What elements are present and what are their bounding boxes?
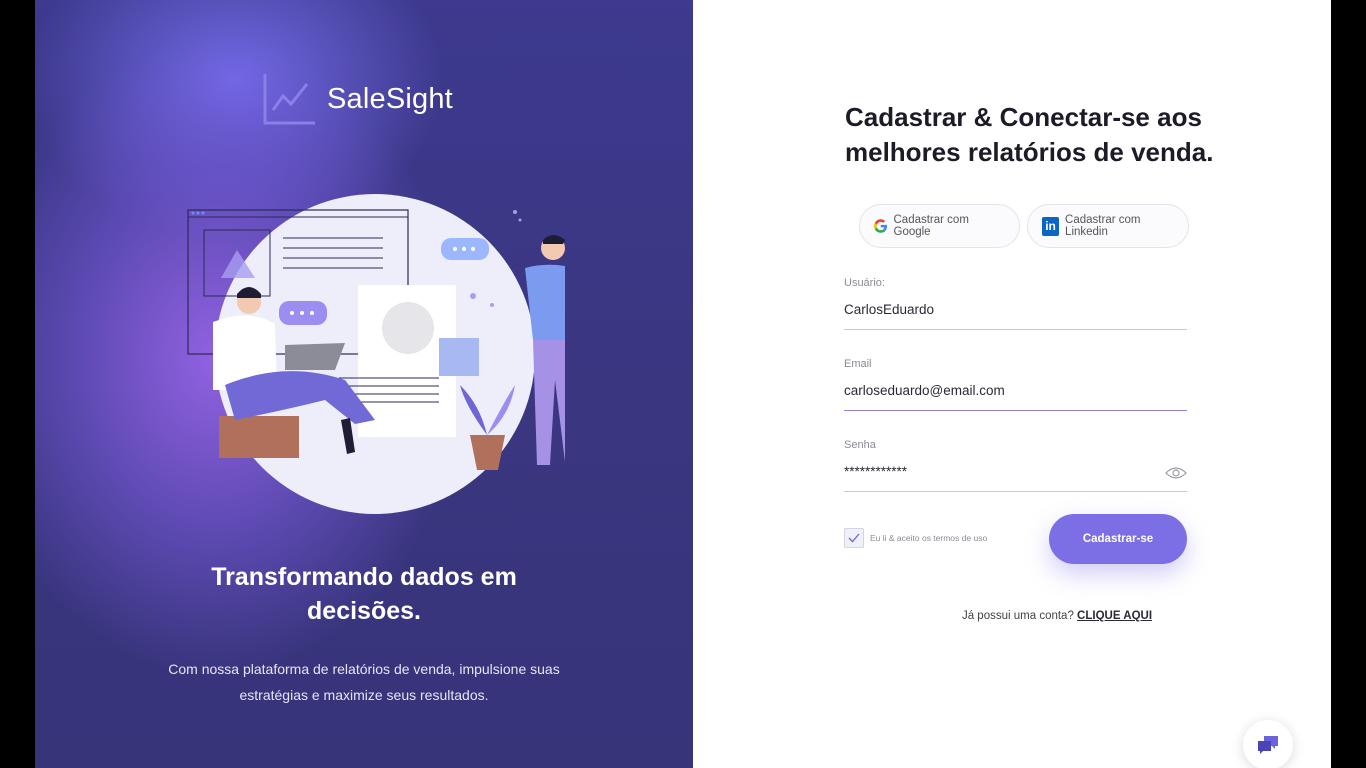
signup-heading: Cadastrar & Conectar-se aos melhores rel…: [845, 102, 1214, 167]
password-input[interactable]: [844, 464, 1187, 492]
linkedin-signup-button[interactable]: in Cadastrar com Linkedin: [1027, 204, 1189, 248]
chat-bubbles-icon: [1258, 736, 1278, 754]
linkedin-signup-label: Cadastrar com Linkedin: [1065, 214, 1141, 238]
signup-submit-button[interactable]: Cadastrar-se: [1049, 514, 1187, 564]
google-signup-button[interactable]: Cadastrar com Google: [859, 204, 1020, 248]
password-field: Senha: [844, 439, 1187, 492]
google-signup-label: Cadastrar com Google: [893, 214, 969, 238]
username-field: Usuário:: [844, 277, 1187, 330]
email-field: Email: [844, 358, 1187, 411]
login-link[interactable]: CLIQUE AQUI: [1077, 610, 1152, 622]
username-label: Usuário:: [844, 277, 885, 289]
email-input[interactable]: [844, 383, 1187, 411]
brand-name: SaleSight: [327, 82, 453, 115]
line-chart-logo-icon: [263, 74, 315, 125]
password-label: Senha: [844, 439, 876, 451]
hero-illustration: [187, 194, 565, 514]
eye-icon[interactable]: [1165, 466, 1187, 480]
terms-label: Eu li & aceito os termos de uso: [870, 533, 988, 543]
username-input[interactable]: [844, 302, 1187, 330]
hero-panel: SaleSight Transformando dados em decisõe…: [35, 0, 693, 768]
brand-logo: SaleSight: [263, 72, 453, 126]
google-icon: [874, 219, 888, 233]
terms-checkbox[interactable]: [844, 528, 864, 548]
email-label: Email: [844, 358, 872, 370]
signup-panel: Cadastrar & Conectar-se aos melhores rel…: [693, 0, 1331, 768]
chat-button[interactable]: [1243, 720, 1293, 768]
linkedin-icon: in: [1042, 216, 1060, 236]
terms-row: Eu li & aceito os termos de uso: [844, 528, 987, 548]
check-icon: [848, 533, 860, 543]
hero-tagline: Transformando dados em decisões.: [211, 563, 517, 625]
login-prompt-row: Já possui uma conta? CLIQUE AQUI: [693, 610, 1331, 622]
login-prompt: Já possui uma conta?: [961, 610, 1074, 622]
hero-subtitle: Com nossa plataforma de relatórios de ve…: [168, 661, 560, 703]
page-frame: SaleSight Transformando dados em decisõe…: [35, 0, 1331, 768]
